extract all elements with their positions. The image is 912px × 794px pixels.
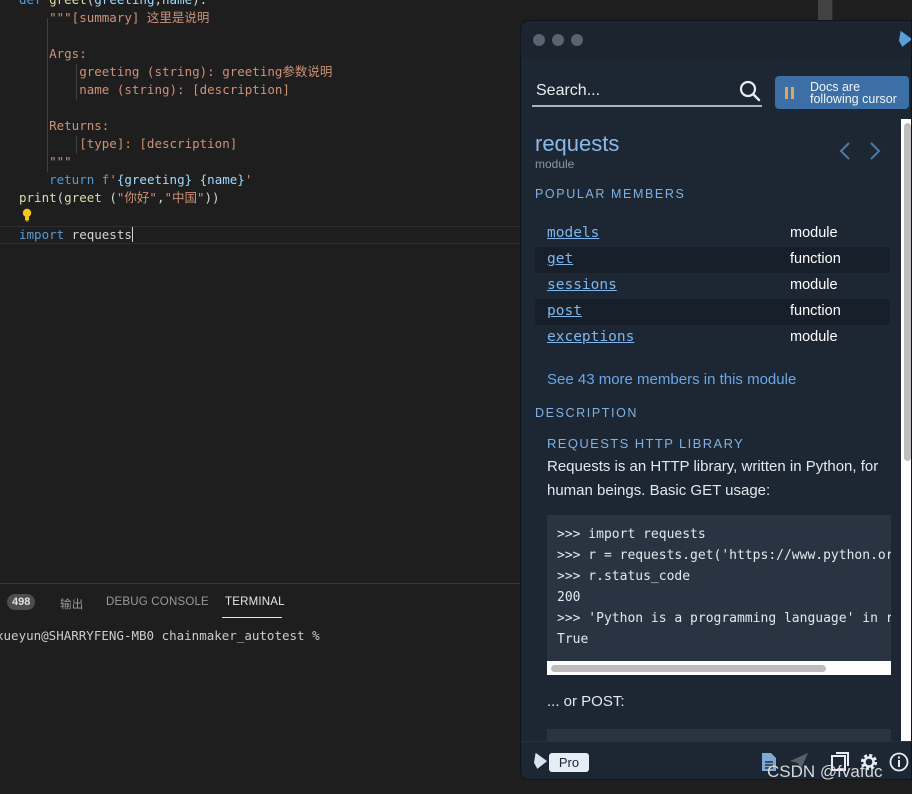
search-input[interactable] [532,79,730,103]
close-window-button[interactable] [533,34,545,46]
code-line-5: greeting (string): greeting参数说明 [19,64,333,79]
follow-cursor-button[interactable]: Docs are following cursor [775,76,909,109]
member-type: function [790,303,841,319]
back-arrow-icon[interactable] [839,141,851,161]
description-text: Requests is an HTTP library, written in … [547,458,879,499]
follow-cursor-label: Docs are following cursor [810,80,897,106]
code-line-1: def greet(greeting,name): [19,0,207,9]
member-link[interactable]: exceptions [547,329,634,345]
table-row: sessions module [535,273,890,299]
member-type: module [790,277,838,293]
code-example-line: 200 [557,590,581,605]
forward-arrow-icon[interactable] [869,141,881,161]
terminal-prompt[interactable]: xueyun@SHARRYFENG-MB0 chainmaker_autotes… [0,628,320,643]
member-type: module [790,225,838,241]
code-line-11: return f'{greeting} {name}' [49,172,253,187]
minimize-window-button[interactable] [552,34,564,46]
member-link[interactable]: models [547,225,599,241]
code-example-line: >>> r = requests.get('https://www.python… [557,548,891,563]
text-caret [131,227,133,242]
member-type: module [790,329,838,345]
code-example: >>> import requests >>> r = requests.get… [547,515,891,675]
watermark: CSDN @fvafuc [767,762,883,781]
or-post-text: ... or POST: [547,693,625,710]
search-icon[interactable] [739,80,761,102]
code-line-12: print(greet ("你好","中国")) [19,190,220,205]
code-line-14: import requests [19,227,133,242]
doc-kind: module [535,157,575,171]
code-line-8: Returns: [19,118,110,133]
members-table: models module get function sessions modu… [535,221,890,351]
table-row: get function [535,247,890,273]
kite-logo-icon [530,753,549,772]
member-link[interactable]: sessions [547,277,617,293]
popular-members-heading: POPULAR MEMBERS [535,187,686,201]
scrollbar-thumb[interactable] [551,665,826,672]
code-line-6: name (string): [description] [19,82,290,97]
search-box [532,77,762,107]
library-heading: REQUESTS HTTP LIBRARY [547,436,745,451]
table-row: exceptions module [535,325,890,351]
table-row: post function [535,299,890,325]
zoom-window-button[interactable] [571,34,583,46]
member-link[interactable]: get [547,251,573,267]
docs-vertical-scrollbar[interactable] [901,119,911,741]
pause-icon [785,87,795,99]
code-line-10: """ [19,154,72,169]
code-line-4: Args: [19,46,87,61]
kite-docs-window: Docs are following cursor requests modul… [520,20,912,780]
code-example-line: >>> 'Python is a programming language' i… [557,611,891,626]
doc-title: requests [535,131,620,156]
problems-badge[interactable]: 498 [7,594,36,610]
member-type: function [790,251,841,267]
tab-terminal[interactable]: TERMINAL [225,596,285,608]
code-line-2: """[summary] 这里是说明 [19,10,210,25]
tab-debug-console[interactable]: DEBUG CONSOLE [106,596,209,608]
lightbulb-icon[interactable] [21,208,33,227]
info-icon[interactable] [889,752,909,772]
kite-logo-icon [895,31,912,50]
code-example-line: True [557,632,589,647]
code-example-line: >>> import requests [557,527,706,542]
table-row: models module [535,221,890,247]
window-titlebar[interactable] [521,21,912,59]
editor-scrollbar[interactable] [818,0,832,20]
more-members-link[interactable]: See 43 more members in this module [547,371,796,388]
code-example-line: >>> r.status_code [557,569,691,584]
tab-output[interactable]: 输出 [60,596,83,612]
code-horizontal-scrollbar[interactable] [547,661,891,675]
code-line-9: [type]: [description] [19,136,238,151]
active-tab-indicator [222,617,282,618]
member-link[interactable]: post [547,303,582,319]
description-heading: DESCRIPTION [535,406,639,420]
scrollbar-thumb[interactable] [904,123,911,461]
pro-badge[interactable]: Pro [549,753,589,772]
